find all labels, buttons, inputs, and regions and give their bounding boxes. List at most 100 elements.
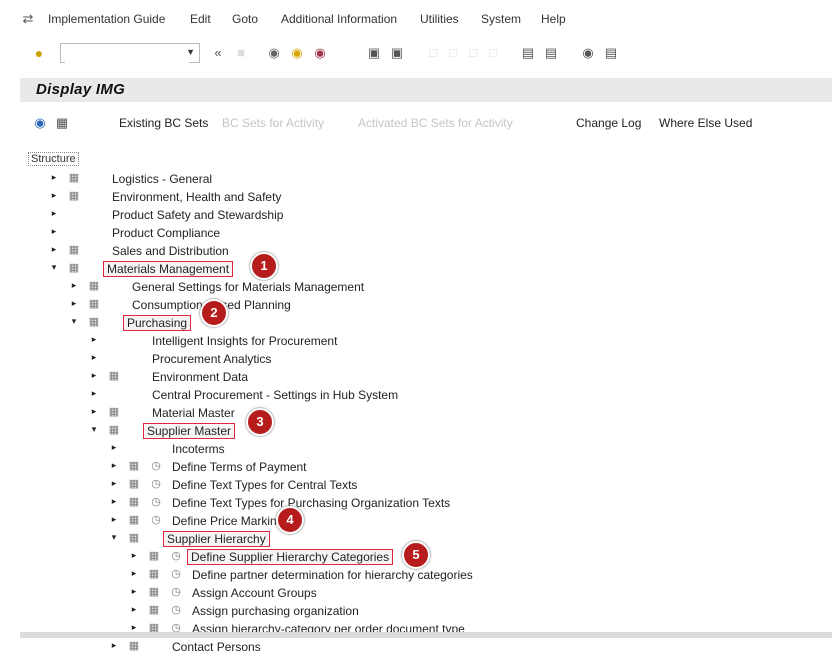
expand-icon[interactable]: ▸ bbox=[89, 406, 99, 417]
define-supplier-hierarchy-categories-node[interactable]: Define Supplier Hierarchy Categories bbox=[186, 549, 394, 565]
execute-clock-icon[interactable]: ◷ bbox=[149, 495, 163, 509]
tree-node-label[interactable]: Define Price Marking bbox=[172, 514, 283, 528]
collapse-icon[interactable]: ▾ bbox=[109, 532, 119, 543]
purchasing-node[interactable]: Purchasing bbox=[122, 315, 192, 331]
execute-clock-icon[interactable]: ◷ bbox=[149, 513, 163, 527]
tree-node-label[interactable]: Product Compliance bbox=[112, 226, 220, 240]
tree-node[interactable]: ▸ ▦ ◷ Define Text Types for Purchasing O… bbox=[20, 494, 820, 512]
cancel-icon[interactable]: ◉ bbox=[312, 45, 328, 61]
expand-icon[interactable]: ▸ bbox=[109, 460, 119, 471]
tree-node[interactable]: ▸ Product Compliance bbox=[20, 224, 820, 242]
expand-icon[interactable]: ▸ bbox=[129, 550, 139, 561]
tree-node[interactable]: ▸ ▦ Environment, Health and Safety bbox=[20, 188, 820, 206]
expand-icon[interactable]: ▸ bbox=[129, 586, 139, 597]
expand-icon[interactable]: ▸ bbox=[89, 334, 99, 345]
help-icon[interactable]: ◉ bbox=[580, 45, 596, 61]
expand-icon[interactable]: ▸ bbox=[69, 280, 79, 291]
new-session-icon[interactable]: ▤ bbox=[520, 45, 536, 61]
shortcut-icon[interactable]: ▤ bbox=[543, 45, 559, 61]
tree-node[interactable]: ▾ ▦ Supplier Master bbox=[20, 422, 820, 440]
menu-goto[interactable]: Goto bbox=[232, 12, 258, 26]
menu-additional-information[interactable]: Additional Information bbox=[281, 12, 397, 26]
collapse-icon[interactable]: ▾ bbox=[69, 316, 79, 327]
execute-clock-icon[interactable]: ◷ bbox=[149, 477, 163, 491]
expand-icon[interactable]: ▸ bbox=[109, 514, 119, 525]
exit-icon[interactable]: ◉ bbox=[289, 45, 305, 61]
tree-node-label[interactable]: Incoterms bbox=[172, 442, 225, 456]
chevron-down-icon[interactable]: ▼ bbox=[186, 47, 195, 57]
tree-node[interactable]: ▸ Central Procurement - Settings in Hub … bbox=[20, 386, 820, 404]
expand-icon[interactable]: ▸ bbox=[109, 442, 119, 453]
back-icon[interactable]: ◉ bbox=[266, 45, 282, 61]
layout-menu-icon[interactable]: ▤ bbox=[603, 45, 619, 61]
glasses-icon[interactable]: ◉ bbox=[32, 115, 48, 131]
expand-icon[interactable]: ▸ bbox=[109, 478, 119, 489]
execute-clock-icon[interactable]: ◷ bbox=[169, 549, 183, 563]
expand-icon[interactable]: ▸ bbox=[89, 388, 99, 399]
tree-node[interactable]: ▸ ▦ Environment Data bbox=[20, 368, 820, 386]
tree-node[interactable]: ▸ ▦ ◷ Define Price Marking bbox=[20, 512, 820, 530]
find-icon[interactable]: ▣ bbox=[389, 45, 405, 61]
expand-icon[interactable]: ▸ bbox=[49, 244, 59, 255]
existing-bc-sets-button[interactable]: Existing BC Sets bbox=[119, 116, 208, 130]
tree-node[interactable]: ▸ ▦ Consumption-Based Planning bbox=[20, 296, 820, 314]
collapse-icon[interactable]: ▾ bbox=[49, 262, 59, 273]
expand-icon[interactable]: ▸ bbox=[49, 226, 59, 237]
expand-icon[interactable]: ▸ bbox=[129, 568, 139, 579]
expand-all-icon[interactable]: ▦ bbox=[54, 115, 70, 131]
tree-node-label[interactable]: Define Text Types for Central Texts bbox=[172, 478, 357, 492]
tree-node-label[interactable]: Define partner determination for hierarc… bbox=[192, 568, 473, 582]
collapse-toolbar-icon[interactable]: « bbox=[210, 45, 226, 61]
supplier-master-node[interactable]: Supplier Master bbox=[142, 423, 236, 439]
supplier-hierarchy-node[interactable]: Supplier Hierarchy bbox=[163, 531, 270, 547]
horizontal-scrollbar[interactable] bbox=[20, 632, 832, 638]
command-field[interactable]: ▼ bbox=[60, 43, 200, 63]
tree-node-label[interactable]: Sales and Distribution bbox=[112, 244, 229, 258]
expand-icon[interactable]: ▸ bbox=[129, 604, 139, 615]
tree-node-label[interactable]: Central Procurement - Settings in Hub Sy… bbox=[152, 388, 398, 402]
tree-node[interactable]: ▸ ▦ Material Master bbox=[20, 404, 820, 422]
collapse-icon[interactable]: ▾ bbox=[89, 424, 99, 435]
tree-node[interactable]: ▸ ▦ ◷ Assign purchasing organization bbox=[20, 602, 820, 620]
tree-node[interactable]: ▸ Intelligent Insights for Procurement bbox=[20, 332, 820, 350]
tree-node[interactable]: ▸ ▦ ◷ Define Text Types for Central Text… bbox=[20, 476, 820, 494]
tree-node-label[interactable]: Intelligent Insights for Procurement bbox=[152, 334, 337, 348]
tree-node[interactable]: ▸ ▦ ◷ Define partner determination for h… bbox=[20, 566, 820, 584]
expand-icon[interactable]: ▸ bbox=[89, 352, 99, 363]
tree-node-label[interactable]: Define Text Types for Purchasing Organiz… bbox=[172, 496, 450, 510]
print-icon[interactable]: ▣ bbox=[366, 45, 382, 61]
tree-node-label[interactable]: Define Terms of Payment bbox=[172, 460, 307, 474]
tree-node[interactable]: ▾ ▦ Purchasing bbox=[20, 314, 820, 332]
tree-node[interactable]: ▸ ▦ ◷ Assign Account Groups bbox=[20, 584, 820, 602]
expand-icon[interactable]: ▸ bbox=[49, 172, 59, 183]
menu-help[interactable]: Help bbox=[541, 12, 566, 26]
execute-clock-icon[interactable]: ◷ bbox=[169, 585, 183, 599]
menu-edit[interactable]: Edit bbox=[190, 12, 211, 26]
expand-icon[interactable]: ▸ bbox=[69, 298, 79, 309]
tree-node[interactable]: ▾ ▦ Materials Management bbox=[20, 260, 820, 278]
tree-node[interactable]: ▸ ▦ Logistics - General bbox=[20, 170, 820, 188]
expand-icon[interactable]: ▸ bbox=[89, 370, 99, 381]
tree-node-label[interactable]: General Settings for Materials Managemen… bbox=[132, 280, 364, 294]
tree-node[interactable]: ▸ Incoterms bbox=[20, 440, 820, 458]
expand-icon[interactable]: ▸ bbox=[109, 496, 119, 507]
tree-node-label[interactable]: Product Safety and Stewardship bbox=[112, 208, 283, 222]
tree-node-label[interactable]: Procurement Analytics bbox=[152, 352, 271, 366]
materials-management-node[interactable]: Materials Management bbox=[102, 261, 234, 277]
menu-utilities[interactable]: Utilities bbox=[420, 12, 459, 26]
tree-node-label[interactable]: Material Master bbox=[152, 406, 235, 420]
tree-node[interactable]: ▸ Product Safety and Stewardship bbox=[20, 206, 820, 224]
expand-icon[interactable]: ▸ bbox=[49, 208, 59, 219]
command-input[interactable] bbox=[65, 45, 189, 63]
menu-system[interactable]: System bbox=[481, 12, 521, 26]
execute-clock-icon[interactable]: ◷ bbox=[149, 459, 163, 473]
execute-clock-icon[interactable]: ◷ bbox=[169, 603, 183, 617]
tree-node[interactable]: ▸ ▦ Contact Persons bbox=[20, 638, 820, 656]
tree-node-label[interactable]: Assign purchasing organization bbox=[192, 604, 359, 618]
expand-icon[interactable]: ▸ bbox=[109, 640, 119, 651]
where-else-used-button[interactable]: Where Else Used bbox=[659, 116, 752, 130]
enter-icon[interactable]: ● bbox=[31, 45, 47, 61]
tree-node[interactable]: ▸ Procurement Analytics bbox=[20, 350, 820, 368]
tree-node-label[interactable]: Contact Persons bbox=[172, 640, 261, 654]
tree-node[interactable]: ▸ ▦ ◷ Define Terms of Payment bbox=[20, 458, 820, 476]
